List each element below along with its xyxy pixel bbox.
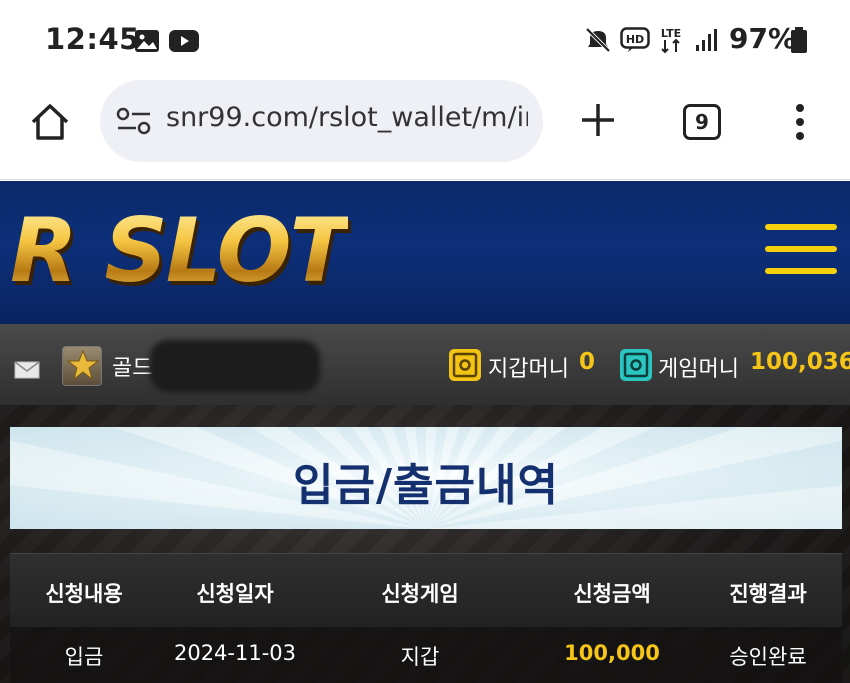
page-title-banner: 입금/출금내역 (10, 427, 842, 529)
browser-toolbar: snr99.com/rslot_wallet/m/ir 9 (0, 80, 850, 180)
mail-icon[interactable] (14, 361, 40, 379)
game-money-safe-icon (620, 349, 652, 381)
svg-text:HD: HD (626, 33, 644, 46)
table-header: 신청내용 신청일자 신청게임 신청금액 진행결과 (10, 553, 842, 627)
table-cell: 입금 (64, 645, 104, 669)
table-cell: 승인완료 (729, 645, 807, 669)
column-header: 신청금액 (573, 582, 651, 606)
redacted-username (150, 340, 320, 392)
wallet-money-value: 0 (579, 349, 596, 375)
column-header: 진행결과 (729, 582, 807, 606)
column-header: 신청내용 (45, 582, 123, 606)
svg-text:LTE: LTE (661, 27, 681, 40)
wallet-money-label: 지갑머니 (488, 357, 569, 382)
wallet-safe-icon (449, 349, 481, 381)
table-cell: 2024-11-03 (173, 641, 297, 665)
table-cell-amount: 100,000 (564, 641, 660, 665)
battery-percent: 97% (729, 22, 797, 55)
hd-icon: HD (620, 27, 650, 52)
new-tab-icon[interactable] (578, 100, 618, 140)
user-rank: 골드 (112, 356, 153, 381)
page-title: 입금/출금내역 (293, 460, 559, 511)
game-money-label: 게임머니 (658, 357, 739, 382)
status-time: 12:45 (45, 22, 140, 56)
site-header: R SLOT (0, 181, 850, 324)
column-header: 신청일자 (196, 582, 274, 606)
site-settings-icon[interactable] (116, 106, 152, 136)
user-info-bar: 골드 지갑머니 0 게임머니 100,036 (0, 324, 850, 405)
column-header: 신청게임 (381, 582, 459, 606)
battery-icon (791, 27, 807, 53)
hamburger-menu-icon[interactable] (765, 224, 837, 280)
history-table: 신청내용 신청일자 신청게임 신청금액 진행결과 입금 2024-11-03 지… (10, 553, 842, 683)
tab-switcher-button[interactable]: 9 (683, 104, 721, 140)
mute-icon (585, 27, 611, 53)
site-logo[interactable]: R SLOT (10, 201, 350, 301)
url-bar[interactable]: snr99.com/rslot_wallet/m/ir (100, 80, 543, 162)
game-money-value: 100,036 (750, 349, 850, 375)
home-icon[interactable] (28, 100, 72, 144)
table-row[interactable]: 입금 2024-11-03 지갑 100,000 승인완료 (10, 627, 842, 683)
url-text[interactable]: snr99.com/rslot_wallet/m/ir (166, 102, 528, 133)
more-menu-icon[interactable] (790, 102, 810, 142)
main-content: 입금/출금내역 신청내용 신청일자 신청게임 신청금액 진행결과 입금 2024… (0, 405, 850, 683)
signal-icon (696, 29, 717, 51)
rank-badge-icon (62, 346, 102, 386)
gallery-icon (135, 30, 159, 52)
status-bar: 12:45 HD LTE 97% (0, 0, 850, 80)
table-cell: 지갑 (400, 645, 440, 669)
lte-icon: LTE (661, 27, 681, 54)
youtube-icon (169, 30, 199, 52)
